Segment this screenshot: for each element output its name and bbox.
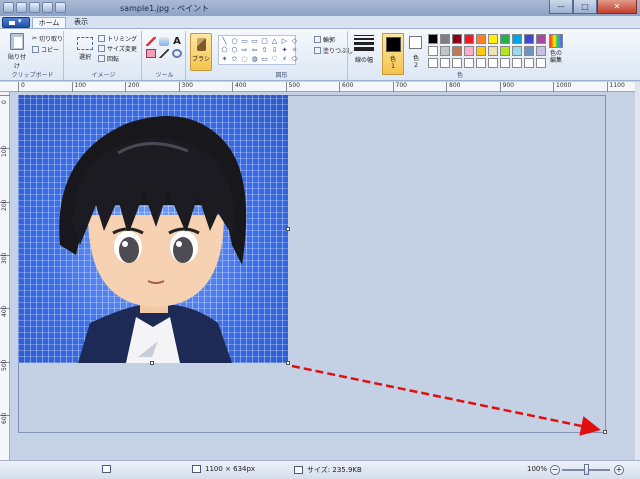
cursor-position: [102, 465, 111, 473]
status-bar: 1100 × 634px サイズ: 235.9KB 100% − +: [0, 460, 640, 479]
zoom-level: 100%: [527, 465, 547, 473]
file-size-text: サイズ: 235.9KB: [307, 466, 362, 474]
drag-direction-arrow: [291, 364, 601, 436]
dimensions-icon: [192, 465, 201, 473]
file-size-icon: [294, 466, 303, 474]
zoom-slider-thumb[interactable]: [584, 464, 589, 475]
zoom-in-button[interactable]: +: [614, 465, 624, 475]
canvas-resize-handle[interactable]: [603, 430, 607, 434]
zoom-text: 100%: [527, 465, 548, 473]
image-dimensions: 1100 × 634px: [205, 465, 256, 473]
file-size: サイズ: 235.9KB: [294, 465, 362, 475]
selection-dimensions: 1100 × 634px: [192, 465, 255, 473]
cursor-position-icon: [102, 465, 111, 473]
zoom-out-button[interactable]: −: [550, 465, 560, 475]
